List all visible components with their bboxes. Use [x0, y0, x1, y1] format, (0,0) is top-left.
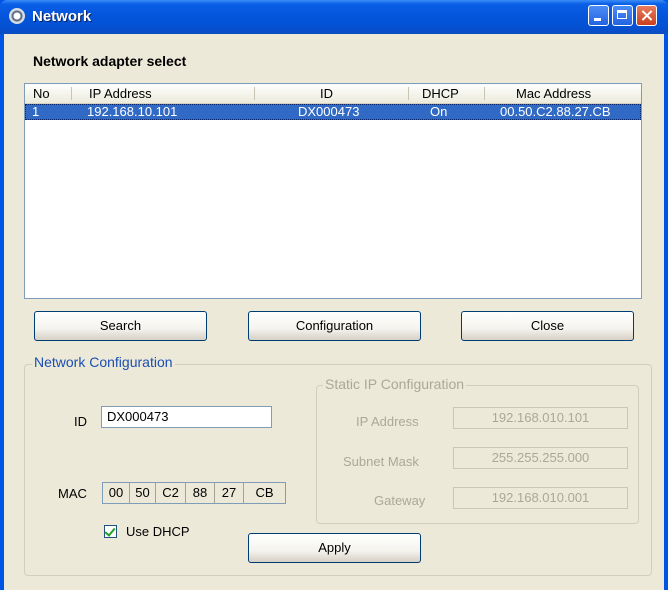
subnet-mask-field[interactable]: 255.255.255.000: [453, 447, 628, 469]
mac-octet: 50: [130, 483, 156, 503]
cell-dhcp: On: [430, 104, 448, 119]
mac-label: MAC: [58, 486, 87, 501]
apply-button[interactable]: Apply: [248, 533, 421, 563]
id-label: ID: [74, 414, 87, 429]
mac-octet: C2: [156, 483, 186, 503]
subnet-mask-label: Subnet Mask: [343, 454, 419, 469]
search-button[interactable]: Search: [34, 311, 207, 341]
column-header-id[interactable]: ID: [320, 84, 333, 103]
static-ip-address-label: IP Address: [356, 414, 419, 429]
cell-no: 1: [32, 104, 40, 119]
window-border: [0, 590, 668, 594]
use-dhcp-label[interactable]: Use DHCP: [126, 524, 190, 539]
adapter-list[interactable]: No IP Address ID DHCP Mac Address 1 192.…: [24, 83, 642, 299]
mac-address-field: 00 50 C2 88 27 CB: [102, 482, 286, 504]
column-divider[interactable]: [484, 87, 485, 100]
minimize-icon[interactable]: [588, 5, 609, 26]
column-header-ip[interactable]: IP Address: [89, 84, 152, 103]
list-item[interactable]: 1 192.168.10.101 DX000473 On 00.50.C2.88…: [25, 104, 641, 120]
list-header: No IP Address ID DHCP Mac Address: [25, 84, 641, 104]
column-divider[interactable]: [408, 87, 409, 100]
use-dhcp-checkbox[interactable]: [104, 525, 117, 538]
column-divider[interactable]: [71, 87, 72, 100]
id-field[interactable]: DX000473: [101, 406, 272, 428]
close-icon[interactable]: [636, 5, 657, 26]
mac-octet: 88: [186, 483, 215, 503]
cell-id: DX000473: [298, 104, 360, 119]
cell-mac: 00.50.C2.88.27.CB: [500, 104, 611, 119]
column-divider[interactable]: [254, 87, 255, 100]
window-title: Network: [32, 8, 92, 25]
column-header-mac[interactable]: Mac Address: [516, 84, 591, 103]
close-button[interactable]: Close: [461, 311, 634, 341]
maximize-icon[interactable]: [612, 5, 633, 26]
title-bar[interactable]: Network: [0, 0, 668, 34]
gateway-label: Gateway: [374, 493, 426, 508]
cell-ip: 192.168.10.101: [87, 104, 178, 119]
static-ip-legend: Static IP Configuration: [323, 376, 467, 392]
network-configuration-legend: Network Configuration: [32, 354, 175, 370]
checkmark-icon: [104, 525, 116, 537]
static-ip-address-field[interactable]: 192.168.010.101: [453, 407, 628, 429]
network-gear-icon[interactable]: [9, 8, 25, 24]
mac-octet: CB: [255, 485, 274, 500]
configuration-button[interactable]: Configuration: [248, 311, 421, 341]
adapter-select-heading: Network adapter select: [33, 53, 187, 69]
column-header-dhcp[interactable]: DHCP: [422, 84, 459, 103]
mac-octet: 00: [103, 483, 130, 503]
gateway-field[interactable]: 192.168.010.001: [453, 487, 628, 509]
mac-octet: 27: [215, 483, 244, 503]
column-header-no[interactable]: No: [33, 84, 50, 103]
